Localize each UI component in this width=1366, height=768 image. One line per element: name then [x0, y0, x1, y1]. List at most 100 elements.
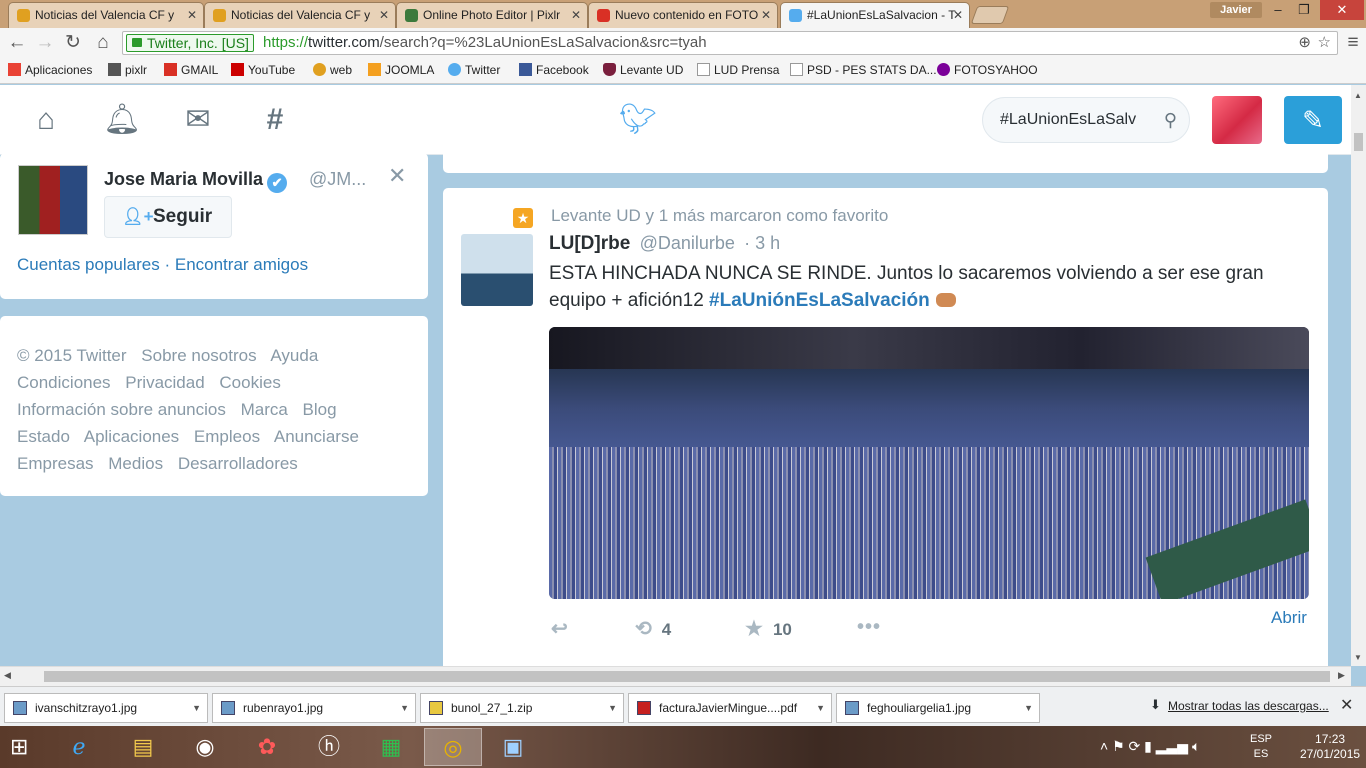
footer-link[interactable]: Blog — [303, 400, 337, 419]
system-clock[interactable]: 17:23 27/01/2015 — [1300, 732, 1360, 762]
dismiss-suggestion-close-icon[interactable]: ✕ — [388, 163, 406, 189]
chevron-down-icon[interactable]: ▼ — [816, 694, 825, 722]
internet-explorer-icon[interactable]: ℯ — [50, 728, 108, 766]
suggested-user-name[interactable]: Jose Maria Movilla ✔ — [104, 169, 288, 193]
bookmark-aplicaciones[interactable]: Aplicaciones — [8, 62, 92, 78]
browser-tab-active[interactable]: #LaUnionEsLaSalvacion - T ✕ — [780, 2, 970, 28]
close-icon[interactable]: ✕ — [761, 3, 771, 27]
bookmark-gmail[interactable]: GMAIL — [164, 62, 218, 78]
chevron-down-icon[interactable]: ▼ — [608, 694, 617, 722]
chrome-icon[interactable]: ◎ — [424, 728, 482, 766]
bookmark-joomla[interactable]: JOOMLA — [368, 62, 434, 78]
home-icon[interactable]: ⌂ — [92, 32, 114, 54]
favorite-context[interactable]: Levante UD y 1 más marcaron como favorit… — [551, 206, 888, 226]
more-options-icon[interactable]: ••• — [857, 616, 881, 639]
footer-link[interactable]: Cookies — [219, 373, 280, 392]
menu-icon[interactable]: ≡ — [1342, 32, 1364, 54]
footer-link[interactable]: Información sobre anuncios — [17, 400, 226, 419]
hp-icon[interactable]: ⓗ — [300, 728, 358, 766]
footer-link[interactable]: Estado — [17, 427, 70, 446]
ssl-badge[interactable]: Twitter, Inc. [US] — [126, 34, 254, 52]
new-tab-button[interactable] — [970, 6, 1010, 24]
tweet-author[interactable]: LU[D]rbe @Danilurbe · 3 h — [549, 233, 780, 255]
bookmark-star-icon[interactable]: ☆ — [1318, 32, 1331, 54]
retweet-button[interactable]: ⟲ 4 — [635, 616, 671, 641]
battery-icon[interactable]: ▮ — [1144, 738, 1152, 754]
twitter-bird-icon[interactable]: 🐦︎ — [618, 103, 658, 137]
scroll-up-icon[interactable]: ▲ — [1354, 91, 1362, 100]
tweet-timestamp[interactable]: · 3 h — [744, 233, 780, 253]
follow-button[interactable]: 👤︎+ Seguir — [104, 196, 232, 238]
reply-icon[interactable]: ↩ — [551, 616, 568, 641]
back-arrow-icon[interactable]: ← — [6, 32, 28, 54]
close-icon[interactable]: ✕ — [571, 3, 581, 27]
tweet[interactable]: ★ Levante UD y 1 más marcaron como favor… — [443, 188, 1328, 668]
bookmark-web[interactable]: web — [313, 62, 352, 78]
chevron-down-icon[interactable]: ▼ — [1024, 694, 1033, 722]
favorite-button[interactable]: ★ 10 — [745, 616, 792, 641]
tweet-photo-stadium-crowd[interactable] — [549, 327, 1309, 599]
show-all-downloads-link[interactable]: Mostrar todas las descargas... — [1168, 699, 1329, 713]
notifications-bell-icon[interactable]: 🔔︎ — [102, 103, 142, 137]
footer-link[interactable]: Condiciones — [17, 373, 111, 392]
scroll-right-icon[interactable]: ▶ — [1338, 670, 1345, 681]
bookmark-facebook[interactable]: Facebook — [519, 62, 589, 78]
home-icon[interactable]: ⌂ — [26, 103, 66, 137]
bookmark-fotosyahoo[interactable]: FOTOSYAHOO — [937, 62, 1038, 78]
browser-tab[interactable]: Noticias del Valencia CF y ✕ — [204, 2, 396, 28]
horizontal-scrollbar[interactable]: ◀ ▶ — [0, 666, 1351, 686]
search-input[interactable]: #LaUnionEsLaSalv ⚲ — [982, 97, 1190, 143]
close-icon[interactable]: ✕ — [187, 3, 197, 27]
bookmark-levante-ud[interactable]: Levante UD — [603, 62, 683, 78]
close-icon[interactable]: ✕ — [379, 3, 389, 27]
footer-link[interactable]: Anunciarse — [274, 427, 359, 446]
input-language[interactable]: ESP ES — [1250, 732, 1272, 762]
suggested-user-handle[interactable]: @JM... — [309, 169, 366, 190]
footer-link[interactable]: Marca — [241, 400, 288, 419]
footer-link[interactable]: Empleos — [194, 427, 260, 446]
picture-app-icon[interactable]: ✿ — [238, 728, 296, 766]
url-text[interactable]: https://twitter.com/search?q=%23LaUnionE… — [263, 32, 707, 54]
profile-user-label[interactable]: Javier — [1210, 2, 1262, 18]
footer-link[interactable]: Ayuda — [270, 346, 318, 365]
address-bar[interactable]: Twitter, Inc. [US] https://twitter.com/s… — [122, 31, 1338, 55]
footer-link[interactable]: Medios — [108, 454, 163, 473]
browser-tab[interactable]: Nuevo contenido en FOTO ✕ — [588, 2, 778, 28]
scroll-left-icon[interactable]: ◀ — [4, 670, 11, 681]
browser-tab[interactable]: Online Photo Editor | Pixlr ✕ — [396, 2, 588, 28]
avatar[interactable] — [1212, 96, 1262, 144]
signal-icon[interactable]: ▂▃▅ — [1156, 738, 1188, 754]
close-window-button[interactable]: ✕ — [1320, 0, 1364, 20]
suggested-user-avatar[interactable] — [18, 165, 88, 235]
tweet-author-avatar[interactable] — [461, 234, 533, 306]
compose-tweet-button[interactable]: ✎ — [1284, 96, 1342, 144]
file-explorer-icon[interactable]: ▤ — [114, 728, 172, 766]
minimize-window-button[interactable]: – — [1264, 0, 1292, 20]
forward-arrow-icon[interactable]: → — [34, 32, 56, 54]
download-item[interactable]: bunol_27_1.zip ▼ — [420, 693, 624, 723]
download-item[interactable]: rubenrayo1.jpg ▼ — [212, 693, 416, 723]
vertical-scrollbar[interactable]: ▲ ▼ — [1351, 85, 1366, 666]
download-item[interactable]: facturaJavierMingue....pdf ▼ — [628, 693, 832, 723]
bookmark-psd[interactable]: PSD - PES STATS DA... — [790, 62, 937, 78]
discover-hashtag-icon[interactable]: # — [255, 103, 295, 137]
volume-icon[interactable]: 🔈︎ — [1192, 738, 1200, 754]
sync-icon[interactable]: ⟳ — [1129, 738, 1141, 754]
scrollbar-thumb[interactable] — [1354, 133, 1363, 151]
bookmark-youtube[interactable]: YouTube — [231, 62, 295, 78]
footer-link[interactable]: Sobre nosotros — [141, 346, 256, 365]
bookmark-lud-prensa[interactable]: LUD Prensa — [697, 62, 779, 78]
messages-envelope-icon[interactable]: ✉ — [178, 103, 218, 137]
scrollbar-thumb[interactable] — [44, 671, 1330, 682]
store-icon[interactable]: ▦ — [362, 728, 420, 766]
bookmark-twitter[interactable]: Twitter — [448, 62, 500, 78]
chevron-down-icon[interactable]: ▼ — [400, 694, 409, 722]
find-friends-link[interactable]: Encontrar amigos — [175, 255, 308, 274]
footer-link[interactable]: Privacidad — [125, 373, 204, 392]
tray-chevron-up-icon[interactable]: ˄ — [1100, 738, 1108, 754]
footer-link[interactable]: Empresas — [17, 454, 94, 473]
media-app-icon[interactable]: ◉ — [176, 728, 234, 766]
download-item[interactable]: ivanschitzrayo1.jpg ▼ — [4, 693, 208, 723]
close-icon[interactable]: ✕ — [953, 3, 963, 27]
download-item[interactable]: feghouliargelia1.jpg ▼ — [836, 693, 1040, 723]
